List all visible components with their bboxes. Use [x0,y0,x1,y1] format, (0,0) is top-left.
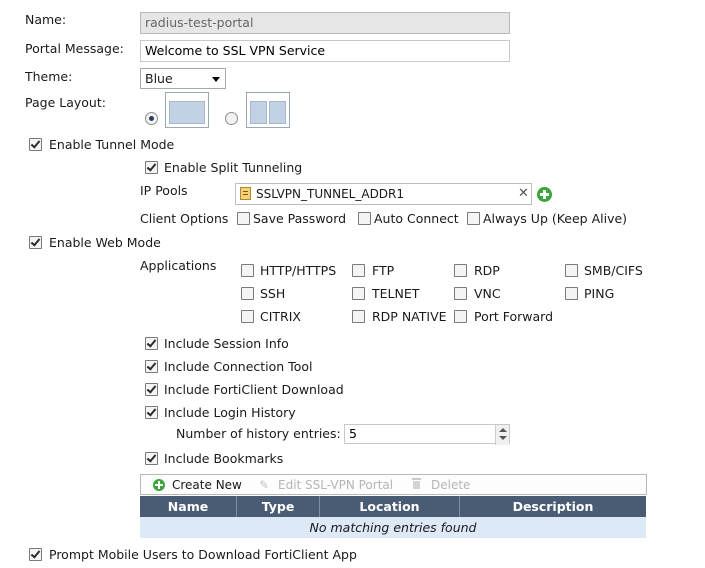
save-password-label: Save Password [253,211,347,226]
app-telnet-checkbox[interactable] [352,287,365,300]
layout-single-radio[interactable] [145,112,158,125]
enable-web-mode-label: Enable Web Mode [49,235,161,250]
create-new-button[interactable]: Create New [172,478,242,492]
column-header-name[interactable]: Name [140,496,237,517]
enable-split-tunneling-checkbox[interactable] [145,161,158,174]
edit-button[interactable]: Edit SSL-VPN Portal [278,478,393,492]
app-ssh-checkbox[interactable] [241,287,254,300]
app-citrix-label: CITRIX [260,309,301,324]
include-session-info-checkbox[interactable] [145,337,158,350]
bookmarks-table-header: Name Type Location Description [140,496,646,517]
trash-icon [412,478,421,489]
app-citrix-checkbox[interactable] [241,310,254,323]
add-icon [153,479,165,491]
history-entries-stepper[interactable]: 5 [344,424,510,445]
ip-pools-label: IP Pools [140,183,188,198]
include-connection-tool-label: Include Connection Tool [164,359,313,374]
app-rdp-checkbox[interactable] [454,264,467,277]
app-smb-checkbox[interactable] [565,264,578,277]
save-password-checkbox[interactable] [237,212,250,225]
edit-icon: ✎ [259,478,270,492]
ip-pool-entry: SSLVPN_TUNNEL_ADDR1 [256,187,405,201]
app-rdp-native-label: RDP NATIVE [372,309,447,324]
applications-label: Applications [140,258,217,273]
single-column-layout-icon[interactable] [165,92,209,128]
app-vnc-label: VNC [474,286,501,301]
page-layout-label: Page Layout: [25,95,106,110]
portal-message-field[interactable]: Welcome to SSL VPN Service [140,40,510,62]
app-ftp-checkbox[interactable] [352,264,365,277]
enable-tunnel-mode-checkbox[interactable] [29,138,42,151]
chevron-down-icon [212,77,220,82]
include-login-history-checkbox[interactable] [145,406,158,419]
app-port-forward-label: Port Forward [474,309,554,324]
delete-button[interactable]: Delete [431,478,470,492]
theme-select-value: Blue [145,71,173,86]
always-up-label: Always Up (Keep Alive) [483,211,628,226]
history-entries-label: Number of history entries: [176,426,341,441]
app-vnc-checkbox[interactable] [454,287,467,300]
client-options-label: Client Options [140,211,229,226]
ip-pools-field[interactable]: SSLVPN_TUNNEL_ADDR1 ✕ [235,183,532,205]
theme-label: Theme: [25,69,73,84]
app-ssh-label: SSH [260,286,286,301]
column-header-location[interactable]: Location [320,496,460,517]
auto-connect-label: Auto Connect [374,211,459,226]
close-icon[interactable]: ✕ [518,185,529,203]
enable-tunnel-mode-label: Enable Tunnel Mode [49,137,175,152]
always-up-checkbox[interactable] [467,212,480,225]
name-label: Name: [25,12,67,27]
app-telnet-label: TELNET [372,286,420,301]
include-connection-tool-checkbox[interactable] [145,360,158,373]
include-login-history-label: Include Login History [164,405,296,420]
app-rdp-label: RDP [474,263,500,278]
enable-split-tunneling-label: Enable Split Tunneling [164,160,303,175]
layout-double-radio[interactable] [225,112,238,125]
include-forticlient-download-checkbox[interactable] [145,383,158,396]
portal-message-label: Portal Message: [25,41,124,56]
address-object-icon [240,187,251,200]
app-smb-label: SMB/CIFS [584,263,643,278]
column-header-type[interactable]: Type [237,496,320,517]
empty-table-message: No matching entries found [140,517,646,538]
include-session-info-label: Include Session Info [164,336,289,351]
add-icon[interactable] [537,187,552,202]
include-bookmarks-checkbox[interactable] [145,452,158,465]
prompt-mobile-users-checkbox[interactable] [29,548,42,561]
include-forticlient-download-label: Include FortiClient Download [164,382,344,397]
include-bookmarks-label: Include Bookmarks [164,451,284,466]
bookmarks-toolbar: Create New ✎ Edit SSL-VPN Portal Delete [140,474,647,495]
app-rdp-native-checkbox[interactable] [352,310,365,323]
enable-web-mode-checkbox[interactable] [29,236,42,249]
history-entries-value: 5 [349,426,357,441]
app-ping-checkbox[interactable] [565,287,578,300]
auto-connect-checkbox[interactable] [358,212,371,225]
column-header-description[interactable]: Description [460,496,646,517]
app-ping-label: PING [584,286,615,301]
app-port-forward-checkbox[interactable] [454,310,467,323]
two-column-layout-icon[interactable] [246,92,290,128]
app-http-label: HTTP/HTTPS [260,263,337,278]
theme-select[interactable]: Blue [140,68,226,89]
spinner-icon[interactable] [495,425,509,445]
name-field[interactable]: radius-test-portal [140,12,510,34]
prompt-mobile-users-label: Prompt Mobile Users to Download FortiCli… [49,547,357,562]
app-http-checkbox[interactable] [241,264,254,277]
app-ftp-label: FTP [372,263,395,278]
